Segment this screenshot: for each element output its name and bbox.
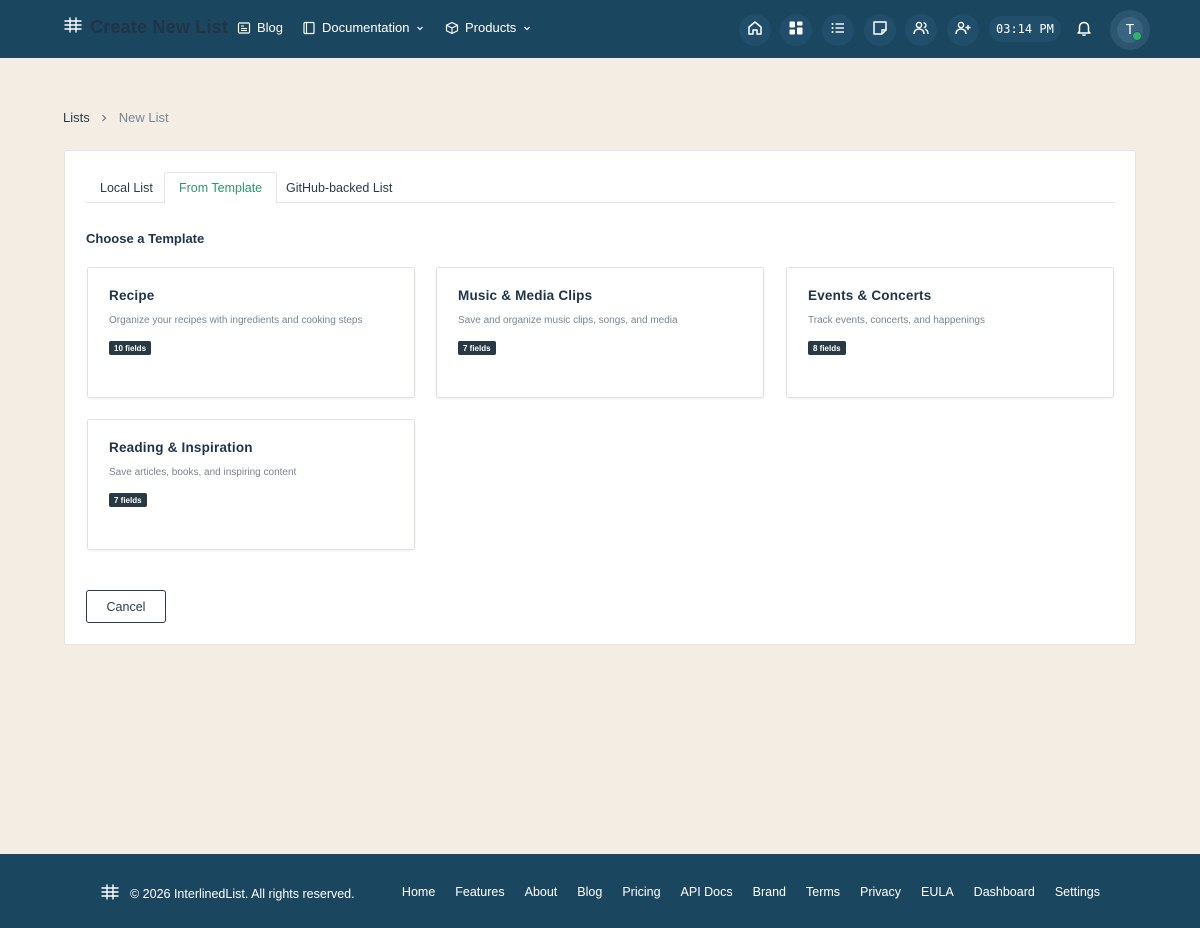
footer-link-privacy[interactable]: Privacy	[860, 885, 901, 899]
fields-count-badge: 7 fields	[109, 493, 147, 507]
copyright-text: © 2026 InterlinedList. All rights reserv…	[130, 886, 355, 901]
nav-products-label: Products	[465, 20, 517, 35]
chevron-down-icon	[522, 23, 532, 33]
notes-button[interactable]	[864, 14, 896, 46]
footer-link-pricing[interactable]: Pricing	[622, 885, 660, 899]
page-title: Create New List	[90, 17, 229, 37]
template-card-recipe[interactable]: Recipe Organize your recipes with ingred…	[87, 267, 415, 398]
home-icon	[746, 19, 764, 42]
users-icon	[912, 19, 930, 42]
fields-count-badge: 7 fields	[458, 341, 496, 355]
clock-display: 03:14 PM	[989, 16, 1061, 42]
online-status-icon	[1132, 31, 1142, 41]
notifications-button[interactable]	[1068, 14, 1100, 46]
footer-links: Home Features About Blog Pricing API Doc…	[402, 885, 1100, 899]
fields-count-badge: 8 fields	[808, 341, 846, 355]
template-description: Organize your recipes with ingredients a…	[109, 315, 363, 326]
template-card-events-concerts[interactable]: Events & Concerts Track events, concerts…	[786, 267, 1114, 398]
footer-link-brand[interactable]: Brand	[753, 885, 786, 899]
chevron-down-icon	[415, 23, 425, 33]
interlined-logo-icon	[101, 884, 119, 903]
tab-from-template[interactable]: From Template	[164, 172, 278, 204]
list-icon	[829, 19, 847, 42]
nav-products[interactable]: Products	[445, 20, 532, 35]
footer-link-dashboard[interactable]: Dashboard	[974, 885, 1035, 899]
list-type-tabs: Local List From Template GitHub-backed L…	[86, 172, 1115, 204]
lists-button[interactable]	[822, 14, 854, 46]
nav-blog[interactable]: Blog	[237, 20, 283, 35]
footer-link-api-docs[interactable]: API Docs	[681, 885, 733, 899]
footer-link-eula[interactable]: EULA	[921, 885, 954, 899]
home-button[interactable]	[739, 14, 771, 46]
brand[interactable]: Create New List	[64, 17, 228, 38]
breadcrumb: Lists New List	[63, 110, 169, 125]
user-avatar[interactable]: T	[1110, 10, 1150, 50]
template-name: Events & Concerts	[808, 288, 932, 303]
template-description: Track events, concerts, and happenings	[808, 315, 985, 326]
new-list-card: Local List From Template GitHub-backed L…	[64, 150, 1136, 645]
footer-link-home[interactable]: Home	[402, 885, 435, 899]
dashboard-button[interactable]	[780, 14, 812, 46]
site-footer: © 2026 InterlinedList. All rights reserv…	[0, 854, 1200, 928]
template-name: Recipe	[109, 288, 155, 303]
template-card-music-media-clips[interactable]: Music & Media Clips Save and organize mu…	[436, 267, 764, 398]
breadcrumb-current: New List	[118, 110, 169, 125]
nav-documentation[interactable]: Documentation	[302, 20, 425, 35]
template-description: Save articles, books, and inspiring cont…	[109, 467, 297, 478]
template-name: Music & Media Clips	[458, 288, 593, 303]
top-navbar: Create New List Blog Documentation Produ…	[0, 0, 1200, 58]
template-description: Save and organize music clips, songs, an…	[458, 315, 678, 326]
template-card-reading-inspiration[interactable]: Reading & Inspiration Save articles, boo…	[87, 419, 415, 550]
sticky-note-icon	[871, 19, 889, 42]
interlined-logo-icon	[64, 17, 82, 38]
box-icon	[445, 21, 459, 35]
user-plus-icon	[954, 19, 972, 42]
friends-button[interactable]	[905, 14, 937, 46]
bell-icon	[1075, 19, 1093, 42]
nav-blog-label: Blog	[257, 20, 284, 35]
footer-link-about[interactable]: About	[525, 885, 558, 899]
newspaper-icon	[237, 21, 251, 35]
book-icon	[302, 21, 316, 35]
breadcrumb-lists-link[interactable]: Lists	[63, 110, 90, 125]
footer-link-blog[interactable]: Blog	[577, 885, 602, 899]
footer-link-terms[interactable]: Terms	[806, 885, 840, 899]
chevron-right-icon	[100, 113, 108, 123]
footer-link-features[interactable]: Features	[455, 885, 504, 899]
tab-github-backed-list[interactable]: GitHub-backed List	[272, 172, 406, 203]
tab-local-list[interactable]: Local List	[86, 172, 167, 203]
nav-documentation-label: Documentation	[322, 20, 410, 35]
footer-brand: © 2026 InterlinedList. All rights reserv…	[101, 884, 355, 903]
section-title: Choose a Template	[86, 231, 205, 246]
fields-count-badge: 10 fields	[109, 341, 152, 355]
dashboard-icon	[787, 19, 805, 42]
footer-link-settings[interactable]: Settings	[1055, 885, 1100, 899]
template-name: Reading & Inspiration	[109, 440, 253, 455]
invite-user-button[interactable]	[947, 14, 979, 46]
cancel-button[interactable]: Cancel	[86, 590, 166, 623]
